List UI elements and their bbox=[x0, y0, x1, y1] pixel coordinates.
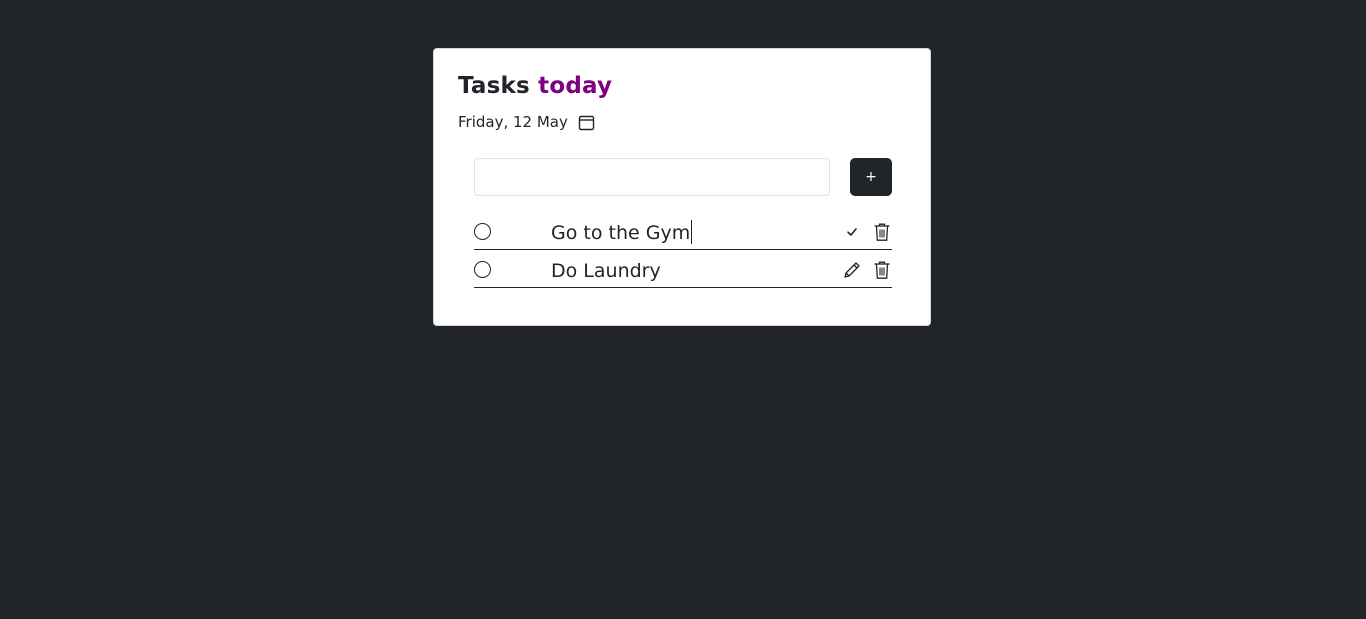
pencil-icon[interactable] bbox=[842, 260, 862, 280]
date-row: Friday, 12 May bbox=[458, 111, 595, 133]
check-icon[interactable] bbox=[842, 222, 862, 242]
trash-icon[interactable] bbox=[872, 222, 892, 242]
task-text-value[interactable]: Go to the Gym bbox=[551, 222, 690, 244]
text-cursor bbox=[691, 220, 693, 244]
task-text: Do Laundry bbox=[551, 260, 661, 282]
task-text[interactable]: Go to the Gym bbox=[551, 220, 693, 244]
title-accent: today bbox=[538, 73, 613, 99]
date-label: Friday, 12 May bbox=[458, 113, 568, 131]
page-title: Tasks today bbox=[458, 71, 612, 101]
calendar-icon[interactable] bbox=[578, 114, 595, 131]
task-complete-checkbox[interactable] bbox=[474, 261, 491, 278]
trash-icon[interactable] bbox=[872, 260, 892, 280]
tasks-card: Tasks today Friday, 12 May + Go to the G… bbox=[433, 48, 931, 326]
title-main: Tasks bbox=[458, 73, 530, 99]
new-task-input[interactable] bbox=[474, 158, 830, 196]
add-task-button[interactable]: + bbox=[850, 158, 892, 196]
task-item: Go to the Gym bbox=[474, 216, 892, 250]
task-complete-checkbox[interactable] bbox=[474, 223, 491, 240]
task-item: Do Laundry bbox=[474, 254, 892, 288]
